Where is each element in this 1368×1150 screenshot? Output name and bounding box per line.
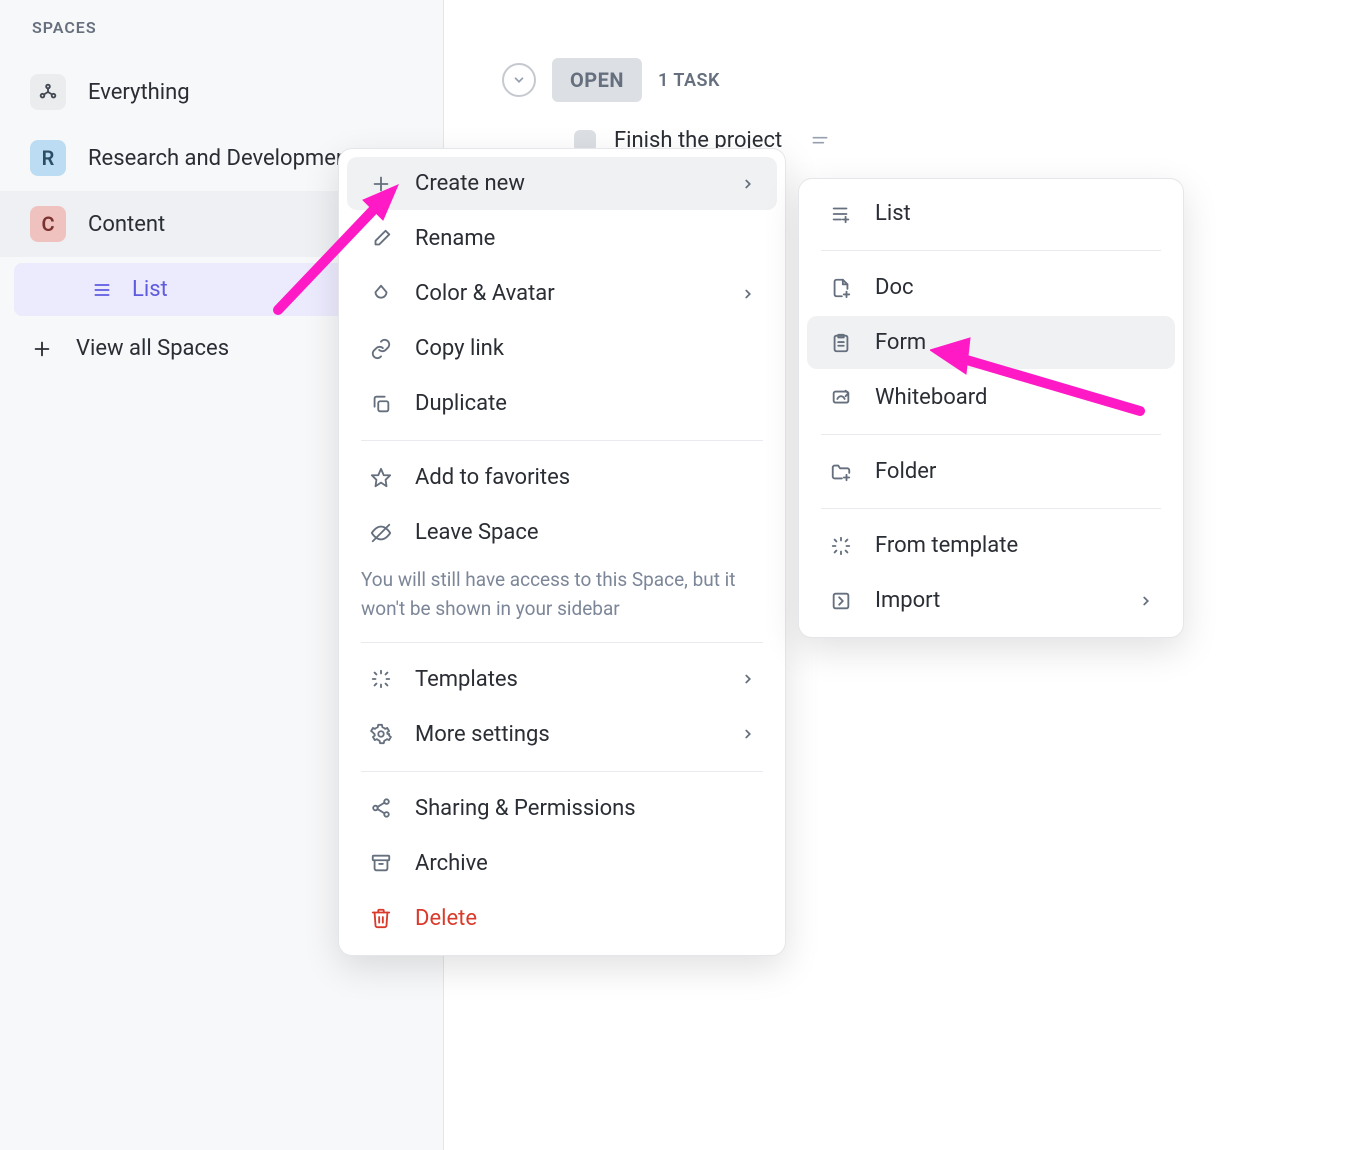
submenu-item-label: List (875, 201, 911, 226)
menu-item-label: Sharing & Permissions (415, 796, 636, 821)
menu-divider (361, 771, 763, 772)
menu-archive[interactable]: Archive (347, 837, 777, 890)
form-icon (829, 331, 853, 355)
copy-icon (369, 392, 393, 416)
plus-icon (30, 337, 54, 361)
sidebar-item-label: Content (88, 212, 165, 237)
submenu-item-label: From template (875, 533, 1018, 558)
everything-icon (30, 74, 66, 110)
sidebar-item-label: Research and Development (88, 146, 355, 171)
submenu-doc[interactable]: Doc (807, 261, 1175, 314)
collapse-toggle[interactable] (502, 63, 536, 97)
context-menu: Create new Rename Color & Avatar C (338, 148, 786, 956)
space-badge-r: R (30, 140, 66, 176)
chevron-right-icon (741, 672, 755, 686)
menu-color-avatar[interactable]: Color & Avatar (347, 267, 777, 320)
plus-icon (369, 172, 393, 196)
menu-item-label: Copy link (415, 336, 504, 361)
menu-item-label: Delete (415, 906, 477, 931)
app: SPACES Everything R Research and Develop… (0, 0, 1368, 1150)
menu-delete[interactable]: Delete (347, 892, 777, 945)
menu-divider (821, 508, 1161, 509)
leave-space-note: You will still have access to this Space… (339, 561, 785, 632)
import-icon (829, 589, 853, 613)
sidebar-subitem-label: List (132, 277, 168, 302)
eye-off-icon (369, 521, 393, 545)
list-plus-icon (829, 202, 853, 226)
sparkles-icon (369, 667, 393, 691)
pencil-icon (369, 227, 393, 251)
menu-duplicate[interactable]: Duplicate (347, 377, 777, 430)
menu-create-new[interactable]: Create new (347, 157, 777, 210)
menu-item-label: Color & Avatar (415, 281, 555, 306)
submenu-form[interactable]: Form (807, 316, 1175, 369)
gear-icon (369, 722, 393, 746)
menu-item-label: Rename (415, 226, 495, 251)
submenu-item-label: Form (875, 330, 926, 355)
star-icon (369, 466, 393, 490)
whiteboard-icon (829, 386, 853, 410)
submenu-import[interactable]: Import (807, 574, 1175, 627)
submenu-item-label: Whiteboard (875, 385, 987, 410)
sparkles-icon (829, 534, 853, 558)
folder-plus-icon (829, 460, 853, 484)
droplet-icon (369, 282, 393, 306)
chevron-right-icon (741, 727, 755, 741)
sidebar-item-label: Everything (88, 80, 190, 105)
menu-rename[interactable]: Rename (347, 212, 777, 265)
chevron-right-icon (741, 177, 755, 191)
sidebar-item-everything[interactable]: Everything (0, 59, 443, 125)
status-badge[interactable]: OPEN (552, 58, 642, 102)
share-icon (369, 796, 393, 820)
view-all-label: View all Spaces (76, 336, 229, 361)
menu-item-label: Duplicate (415, 391, 507, 416)
menu-divider (821, 434, 1161, 435)
menu-item-label: Create new (415, 171, 525, 196)
link-icon (369, 337, 393, 361)
menu-divider (821, 250, 1161, 251)
sidebar-header: SPACES (0, 12, 443, 59)
menu-divider (361, 440, 763, 441)
menu-item-label: More settings (415, 722, 550, 747)
chevron-right-icon (1139, 594, 1153, 608)
chevron-right-icon (741, 287, 755, 301)
doc-plus-icon (829, 276, 853, 300)
submenu-folder[interactable]: Folder (807, 445, 1175, 498)
submenu-item-label: Import (875, 588, 940, 613)
menu-item-label: Archive (415, 851, 488, 876)
submenu-item-label: Doc (875, 275, 914, 300)
task-menu-icon[interactable] (808, 129, 832, 153)
menu-add-favorites[interactable]: Add to favorites (347, 451, 777, 504)
submenu-item-label: Folder (875, 459, 936, 484)
space-badge-c: C (30, 206, 66, 242)
menu-item-label: Leave Space (415, 520, 539, 545)
menu-leave-space[interactable]: Leave Space (347, 506, 777, 559)
submenu-from-template[interactable]: From template (807, 519, 1175, 572)
menu-templates[interactable]: Templates (347, 653, 777, 706)
menu-sharing[interactable]: Sharing & Permissions (347, 782, 777, 835)
archive-icon (369, 851, 393, 875)
menu-copy-link[interactable]: Copy link (347, 322, 777, 375)
trash-icon (369, 906, 393, 930)
task-header: OPEN 1 TASK (502, 58, 1368, 102)
menu-divider (361, 642, 763, 643)
submenu-whiteboard[interactable]: Whiteboard (807, 371, 1175, 424)
menu-item-label: Add to favorites (415, 465, 570, 490)
create-new-submenu: List Doc Form Whiteboard Fol (798, 178, 1184, 638)
list-icon (90, 278, 114, 302)
menu-more-settings[interactable]: More settings (347, 708, 777, 761)
menu-item-label: Templates (415, 667, 518, 692)
submenu-list[interactable]: List (807, 187, 1175, 240)
task-count: 1 TASK (658, 70, 720, 91)
